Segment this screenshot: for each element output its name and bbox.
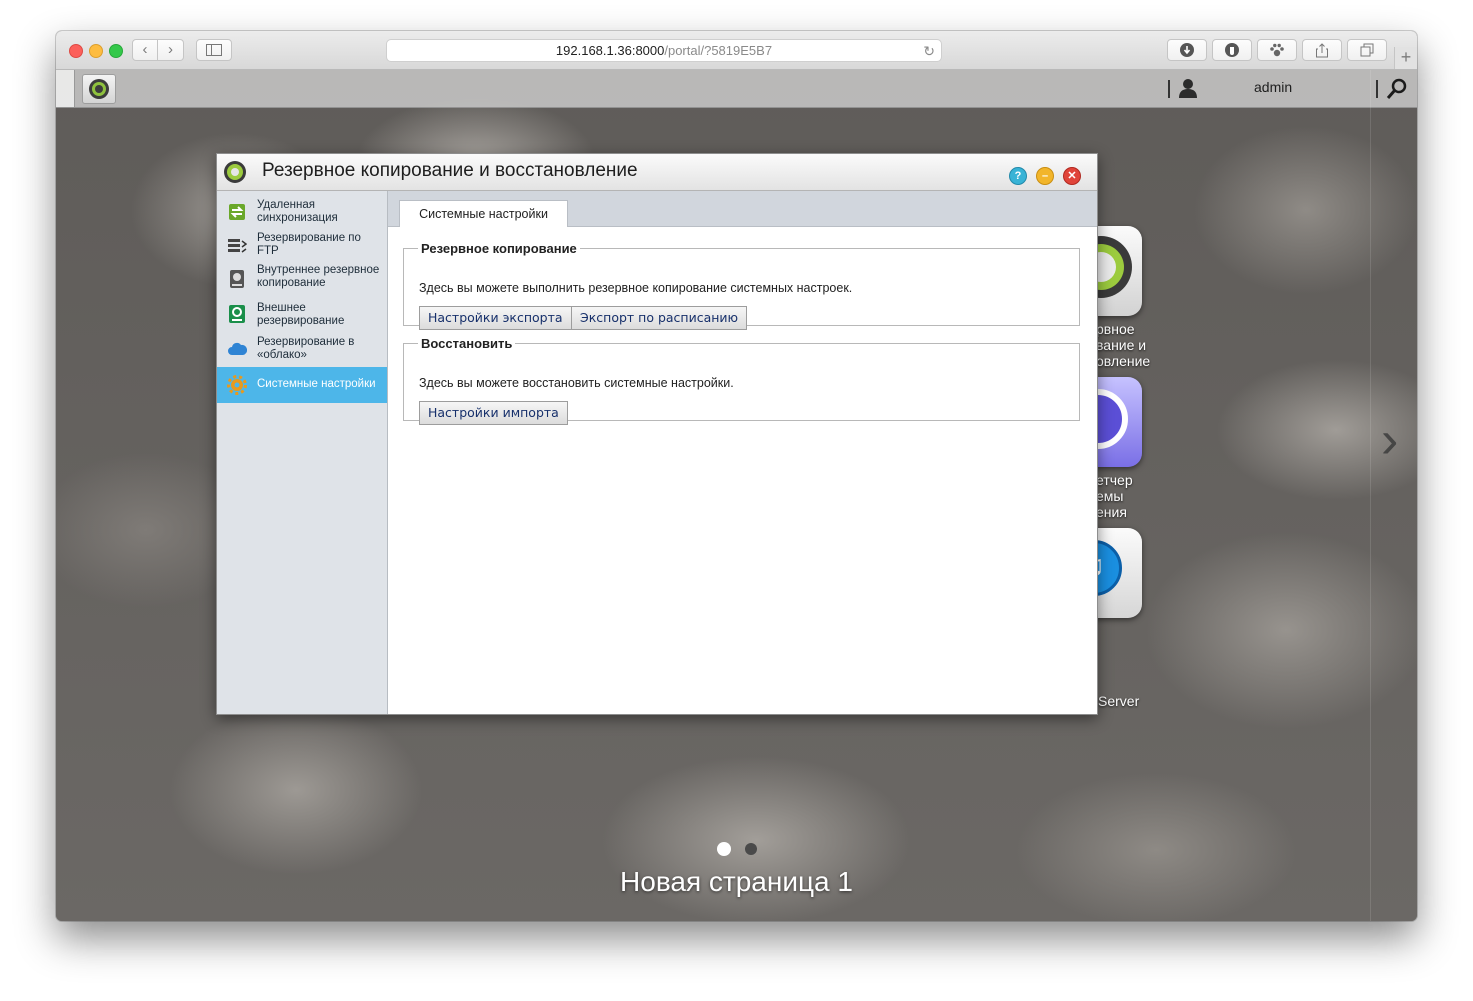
chevron-left-icon: ‹: [142, 41, 148, 58]
export-settings-button[interactable]: Настройки экспорта: [419, 306, 572, 330]
sidebar-toggle-button[interactable]: [196, 39, 232, 61]
app-label-line: рвное: [1096, 321, 1135, 337]
sidebar-item-label: Резервирование в «облако»: [257, 336, 355, 361]
sidebar-item-label: Внешнее резервирование: [257, 302, 345, 327]
page-indicator-dot[interactable]: [745, 843, 757, 855]
tab-strip: Системные настройки: [388, 191, 1097, 227]
app-label-line: етчер: [1096, 472, 1133, 488]
sidebar-item-label: Системные настройки: [257, 378, 376, 390]
sidebar-item-label: Резервирование по FTP: [257, 232, 361, 257]
share-icon: [1316, 43, 1328, 58]
extension-button[interactable]: [1212, 39, 1252, 61]
window-close-button[interactable]: [69, 44, 83, 58]
restore-section-legend: Восстановить: [421, 336, 513, 351]
backup-section-legend: Резервное копирование: [421, 241, 577, 256]
internal-backup-icon: [230, 270, 244, 288]
download-icon: [1180, 43, 1194, 57]
backup-description: Здесь вы можете выполнить резервное копи…: [419, 281, 853, 295]
sidebar-item-external-backup[interactable]: Внешнее резервирование: [217, 299, 387, 331]
reload-icon[interactable]: ↻: [923, 41, 935, 62]
desktop: admin рвное вание и овление етчер емы ен…: [56, 70, 1417, 921]
tabs-icon: [1360, 43, 1374, 57]
tab-system-settings[interactable]: Системные настройки: [399, 200, 568, 227]
backup-section: Резервное копирование Здесь вы можете вы…: [403, 241, 1080, 330]
browser-window: ‹ › 192.168.1.36:8000/portal/?5819E5B7 ↻…: [56, 31, 1417, 921]
close-button[interactable]: ✕: [1063, 167, 1081, 185]
desktop-taskbar: admin: [56, 70, 1417, 108]
desktop-page-title: Новая страница 1: [620, 866, 853, 897]
sidebar-item-remote-sync[interactable]: Удаленная синхронизация: [217, 195, 387, 229]
help-button[interactable]: ?: [1009, 167, 1027, 185]
downloads-button[interactable]: [1167, 39, 1207, 61]
backup-restore-dialog: Резервное копирование и восстановление ?…: [216, 153, 1098, 715]
sidebar-item-system-settings[interactable]: Системные настройки: [217, 367, 387, 403]
app-label-line: ения: [1096, 504, 1127, 520]
external-backup-icon: [229, 305, 245, 323]
app-logo-core: [231, 168, 239, 176]
main-menu-button[interactable]: [82, 74, 116, 104]
chevron-right-icon: ›: [168, 41, 173, 58]
share-button[interactable]: [1302, 39, 1342, 61]
cloud-icon: [228, 342, 247, 355]
user-icon[interactable]: [1178, 78, 1198, 98]
main-menu-icon-core: [95, 85, 103, 93]
paw-extension-button[interactable]: [1257, 39, 1297, 61]
scheduled-export-button[interactable]: Экспорт по расписанию: [571, 306, 748, 330]
forward-button[interactable]: ›: [158, 39, 184, 61]
paw-icon: [1270, 43, 1284, 57]
remote-sync-icon: [229, 204, 245, 220]
gear-icon: [227, 375, 247, 395]
window-minimize-button[interactable]: [89, 44, 103, 58]
dialog-titlebar[interactable]: Резервное копирование и восстановление ?…: [217, 154, 1097, 191]
import-settings-button[interactable]: Настройки импорта: [419, 401, 568, 425]
backup-app-label[interactable]: рвное вание и овление: [1096, 321, 1150, 369]
restore-section: Восстановить Здесь вы можете восстановит…: [403, 336, 1080, 425]
minimize-button[interactable]: –: [1036, 167, 1054, 185]
window-zoom-button[interactable]: [109, 44, 123, 58]
new-tab-button[interactable]: +: [1394, 47, 1417, 69]
restore-description: Здесь вы можете восстановить системные н…: [419, 376, 734, 390]
dialog-sidebar: Удаленная синхронизация Резервирование п…: [217, 191, 388, 714]
app-label-line: овление: [1096, 353, 1151, 369]
sidebar-item-ftp-backup[interactable]: Резервирование по FTP: [217, 231, 387, 261]
url-path: /portal/?5819E5B7: [664, 43, 773, 58]
tabs-overview-button[interactable]: [1347, 39, 1387, 61]
dialog-content: Системные настройки Резервное копировани…: [388, 191, 1097, 714]
sidebar-toggle-icon: [206, 44, 222, 56]
right-side-panel: [1370, 70, 1417, 921]
sidebar-item-label: Внутреннее резервное копирование: [257, 264, 380, 289]
taskbar-strip: [56, 70, 75, 107]
user-name[interactable]: admin: [1254, 79, 1292, 95]
browser-toolbar: ‹ › 192.168.1.36:8000/portal/?5819E5B7 ↻…: [56, 31, 1417, 70]
storage-manager-app-label[interactable]: етчер емы ения: [1096, 472, 1133, 520]
shield-icon: [1225, 43, 1239, 57]
dialog-title: Резервное копирование и восстановление: [262, 160, 638, 181]
ftp-backup-icon: [228, 239, 247, 253]
app-label-line: емы: [1096, 488, 1124, 504]
itunes-server-app-label[interactable]: Server: [1098, 693, 1139, 709]
app-label-line: вание и: [1096, 337, 1147, 353]
back-button[interactable]: ‹: [132, 39, 158, 61]
sidebar-item-label: Удаленная синхронизация: [257, 199, 338, 224]
app-logo-icon: [224, 161, 246, 183]
sidebar-item-internal-backup[interactable]: Внутреннее резервное копирование: [217, 263, 387, 297]
next-page-arrow-icon[interactable]: ›: [1381, 410, 1398, 470]
taskbar-separator: [1168, 80, 1170, 98]
page-indicator-dot-active[interactable]: [717, 842, 731, 856]
sidebar-item-cloud-backup[interactable]: Резервирование в «облако»: [217, 333, 387, 365]
address-bar[interactable]: 192.168.1.36:8000/portal/?5819E5B7 ↻: [386, 39, 942, 62]
url-host: 192.168.1.36:8000: [555, 43, 665, 58]
